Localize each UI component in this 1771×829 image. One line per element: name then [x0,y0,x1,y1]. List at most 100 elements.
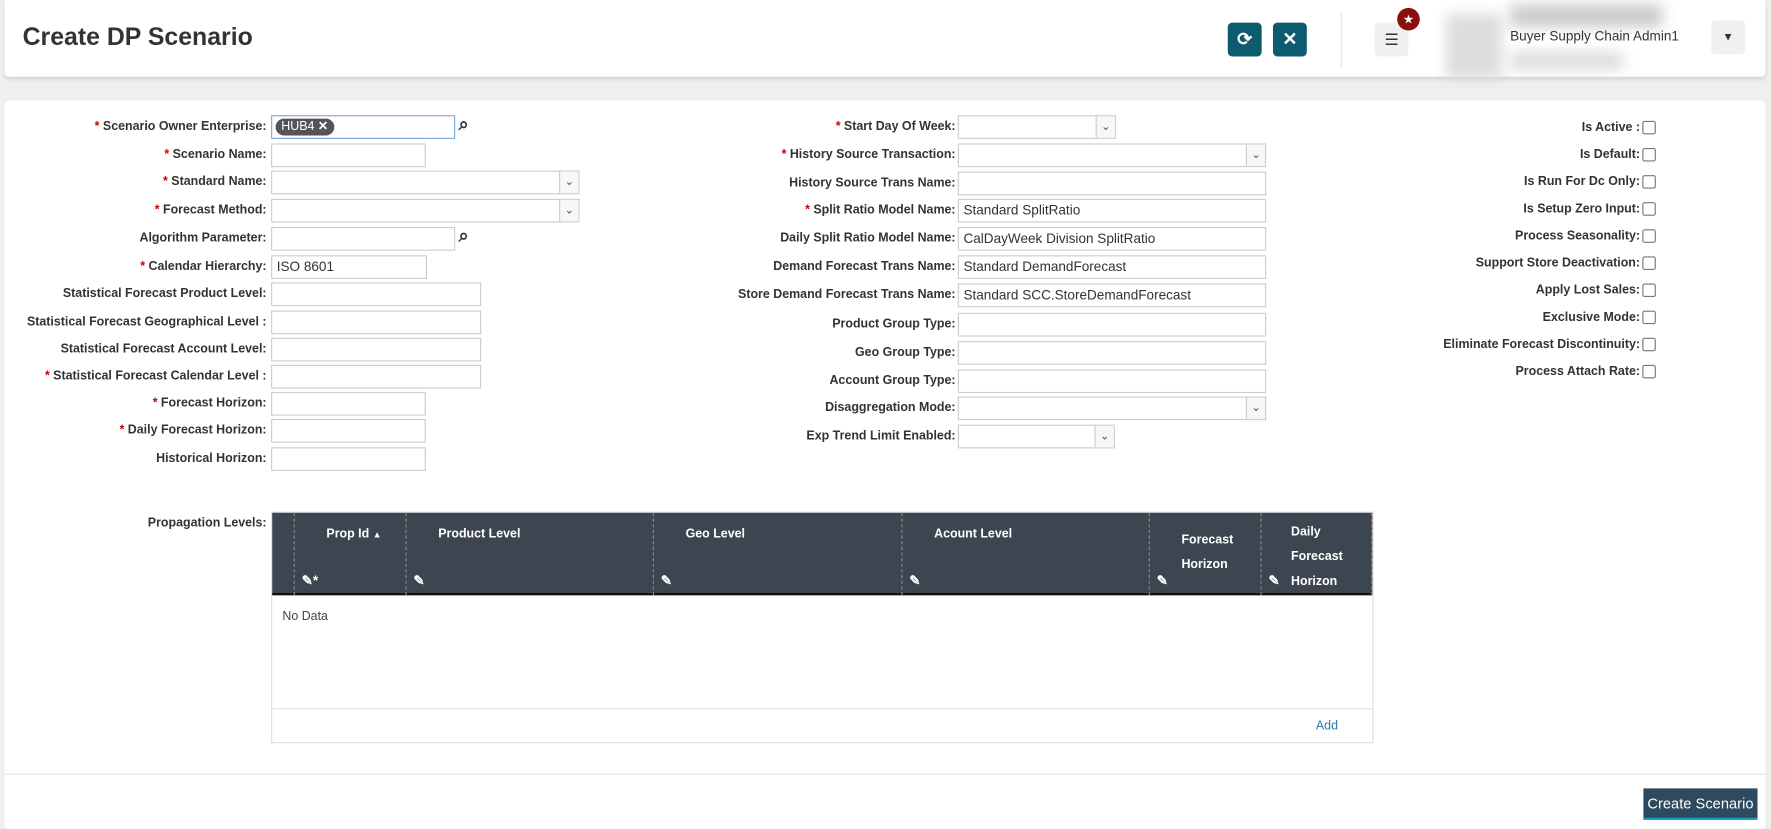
create-scenario-button[interactable]: Create Scenario [1643,788,1758,821]
notification-badge[interactable]: ★ [1397,7,1420,31]
refresh-button[interactable]: ⟳ [1227,22,1262,57]
required-marker: * [781,147,787,162]
required-marker: * [805,203,810,217]
apply-lost-sales-label: Apply Lost Sales: [1535,283,1641,298]
star-icon: ★ [1402,12,1415,27]
process-seasonality-checkbox[interactable] [1642,229,1656,243]
chevron-down-icon: ▼ [1722,31,1734,44]
store-demand-forecast-trans-name-label: Store Demand Forecast Trans Name: [0,284,956,307]
column-daily-forecast-horizon[interactable]: Daily Forecast Horizon ✎ [1260,512,1373,596]
label-text: Daily Split Ratio Model Name: [780,231,956,246]
label-text: History Source Transaction: [789,147,956,162]
label-text: Account Group Type: [829,373,956,388]
edit-icon[interactable]: ✎ [661,573,672,589]
exp-trend-limit-enabled-label: Exp Trend Limit Enabled: [0,425,956,448]
propagation-table: Prop Id ▲ ✎* Product Level ✎ Geo Level ✎ A… [271,511,1374,744]
close-icon: ✕ [1282,30,1298,50]
product-group-type-input[interactable] [957,312,1267,337]
apply-lost-sales-checkbox[interactable] [1642,283,1656,298]
column-label: Prop Id [326,527,370,542]
history-source-transaction-label: * History Source Transaction: [0,143,956,166]
demand-forecast-trans-name-label: Demand Forecast Trans Name: [0,255,956,278]
column-label: Product Level [438,527,521,542]
blurred-user-info [1510,4,1663,28]
historical-horizon-label: Historical Horizon: [0,447,266,470]
start-day-of-week-label: * Start Day Of Week: [0,115,956,138]
is-default-label: Is Default: [1579,147,1641,162]
propagation-label: Propagation Levels: [147,516,267,530]
add-row-link[interactable]: Add [1316,719,1338,733]
is-active-checkbox[interactable] [1642,120,1656,135]
user-menu-button[interactable]: ▼ [1711,20,1746,55]
column-label: Acount Level [934,527,1013,542]
edit-icon[interactable]: ✎ [909,573,920,589]
edit-icon[interactable]: ✎ [1268,573,1279,589]
label-text: Disaggregation Mode: [825,400,956,415]
history-source-transaction-select[interactable]: ⌄ [957,143,1267,168]
process-seasonality-label: Process Seasonality: [1515,229,1641,243]
disaggregation-mode-select[interactable]: ⌄ [957,396,1267,421]
label-text: History Source Trans Name: [789,176,956,190]
exp-trend-limit-enabled-select[interactable]: ⌄ [957,424,1115,449]
label-text: Start Day Of Week: [843,119,956,134]
blurred-user-role [1510,51,1624,71]
label-text: Split Ratio Model Name: [813,203,956,217]
is-run-for-dc-only-checkbox[interactable] [1642,175,1656,189]
empty-message: No Data [282,609,328,624]
is-active-label: Is Active : [1581,120,1641,135]
split-ratio-model-name-label: * Split Ratio Model Name: [0,199,956,222]
edit-icon[interactable]: ✎ [413,573,424,589]
sort-asc-icon[interactable]: ▲ [373,530,382,540]
support-store-deactivation-checkbox[interactable] [1642,256,1656,270]
is-setup-zero-input-label: Is Setup Zero Input: [1523,202,1641,216]
hamburger-menu-icon: ☰ [1384,29,1399,49]
account-group-type-label: Account Group Type: [0,369,956,392]
product-group-type-label: Product Group Type: [0,313,956,336]
chevron-down-icon[interactable]: ⌄ [1245,144,1266,167]
process-attach-rate-checkbox[interactable] [1642,364,1656,379]
refresh-icon: ⟳ [1237,30,1253,50]
column-label: Daily Forecast Horizon [1291,525,1343,589]
is-run-for-dc-only-label: Is Run For Dc Only: [1524,175,1641,189]
exclusive-mode-checkbox[interactable] [1642,310,1656,325]
chevron-down-icon[interactable]: ⌄ [1094,425,1114,448]
history-source-trans-name-label: History Source Trans Name: [0,172,956,195]
account-group-type-input[interactable] [957,369,1267,394]
daily-split-ratio-model-name-input[interactable]: CalDayWeek Division SplitRatio [957,227,1267,251]
daily-split-ratio-model-name-label: Daily Split Ratio Model Name: [0,227,956,250]
start-day-of-week-select[interactable]: ⌄ [957,115,1116,139]
geo-group-type-input[interactable] [957,341,1267,365]
is-default-checkbox[interactable] [1642,147,1656,162]
chevron-down-icon[interactable]: ⌄ [1245,397,1266,420]
table-header: Prop Id ▲ ✎* Product Level ✎ Geo Level ✎ A… [272,512,1373,596]
column-product-level[interactable]: Product Level ✎ [405,512,652,596]
historical-horizon-input[interactable] [271,447,426,472]
process-attach-rate-label: Process Attach Rate: [1515,364,1641,379]
label-text: Store Demand Forecast Trans Name: [738,288,956,302]
column-forecast-horizon[interactable]: Forecast Horizon ✎ [1148,512,1261,596]
is-setup-zero-input-checkbox[interactable] [1642,202,1656,216]
store-demand-forecast-trans-name-input[interactable]: Standard SCC.StoreDemandForecast [957,283,1267,308]
avatar [1445,13,1503,80]
demand-forecast-trans-name-input[interactable]: Standard DemandForecast [957,255,1267,279]
split-ratio-model-name-input[interactable]: Standard SplitRatio [957,198,1267,223]
exclusive-mode-label: Exclusive Mode: [1542,310,1641,325]
label-text: Product Group Type: [832,317,956,331]
column-prop-id[interactable]: Prop Id ▲ ✎* [293,512,406,596]
column-label: Geo Level [685,527,745,542]
chevron-down-icon[interactable]: ⌄ [1095,116,1115,138]
page-title: Create DP Scenario [22,22,253,51]
column-geo-level[interactable]: Geo Level ✎ [652,512,901,596]
support-store-deactivation-label: Support Store Deactivation: [1475,256,1641,270]
label-text: Exp Trend Limit Enabled: [806,429,956,443]
eliminate-forecast-discontinuity-checkbox[interactable] [1642,337,1656,352]
required-marker: * [835,119,841,134]
column-label: Forecast Horizon [1181,533,1234,572]
label-text: Demand Forecast Trans Name: [773,259,956,274]
user-name: Buyer Supply Chain Admin1 [1510,28,1679,45]
edit-icon[interactable]: ✎ [1157,573,1168,589]
edit-icon[interactable]: ✎* [302,573,319,589]
column-account-level[interactable]: Acount Level ✎ [901,512,1148,596]
close-button[interactable]: ✕ [1272,22,1307,57]
history-source-trans-name-input[interactable] [957,171,1267,196]
